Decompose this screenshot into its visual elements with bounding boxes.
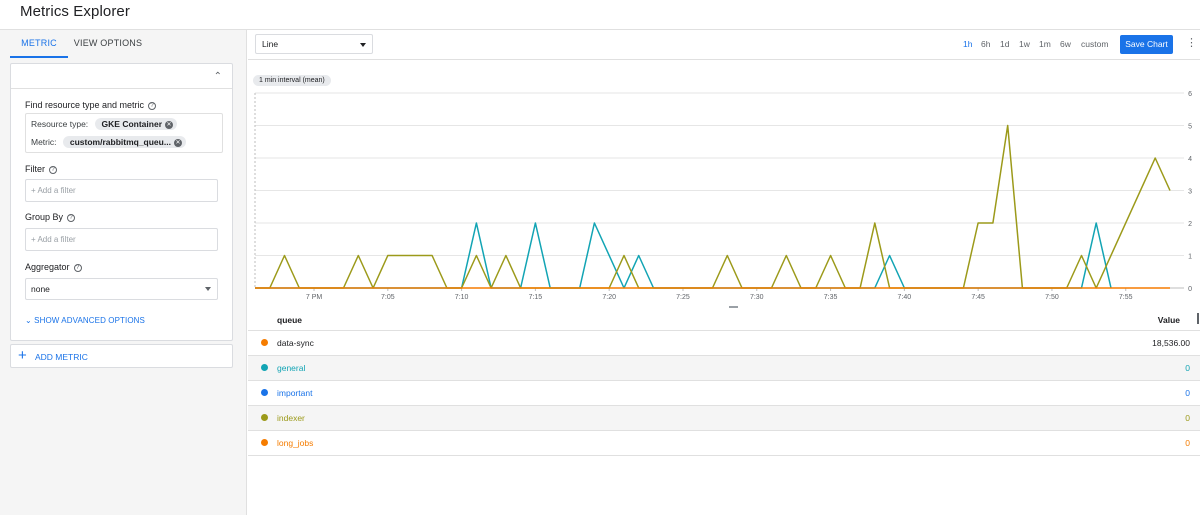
help-icon[interactable]: ? [73,263,82,272]
x-tick-label: 7 PM [306,294,323,301]
row-value: 0 [1185,388,1190,398]
resource-type-chip[interactable]: GKE Container ✕ [94,118,177,130]
row-queue-name: long_jobs [277,438,314,448]
chevron-down-icon: ⌄ [25,316,32,325]
x-tick-label: 7:20 [602,294,616,301]
interval-chip: 1 min interval (mean) [253,75,331,86]
y-tick-label: 6 [1188,91,1192,98]
row-queue-name: important [277,388,313,398]
filter-input[interactable]: + Add a filter [25,179,218,202]
x-tick-label: 7:10 [455,294,469,301]
table-row[interactable]: indexer 0 [248,406,1200,431]
x-tick-label: 7:50 [1045,294,1059,301]
metric-row: Metric: custom/rabbitmq_queu... ✕ [31,136,186,148]
row-queue-name: indexer [277,413,305,423]
series-color-dot [261,439,268,446]
row-value: 0 [1185,438,1190,448]
more-vert-icon[interactable]: ⋮ [1186,36,1197,50]
metric-chip[interactable]: custom/rabbitmq_queu... ✕ [62,136,186,148]
row-value: 0 [1185,363,1190,373]
save-chart-button[interactable]: Save Chart [1120,35,1173,54]
x-tick-label: 7:30 [750,294,764,301]
x-tick-label: 7:55 [1119,294,1133,301]
metric-card: ⌃ Find resource type and metric? Resourc… [10,63,233,341]
aggregator-label: Aggregator? [25,262,82,272]
range-custom[interactable]: custom [1081,39,1108,49]
series-color-dot [261,389,268,396]
group-by-label: Group By? [25,212,76,222]
dropdown-arrow-icon [205,287,211,291]
series-color-dot [261,364,268,371]
page-title: Metrics Explorer [20,3,130,20]
show-advanced-options-link[interactable]: ⌄ SHOW ADVANCED OPTIONS [25,316,145,325]
divider [11,88,232,89]
table-row[interactable]: long_jobs 0 [248,431,1200,456]
resource-row: Resource type: GKE Container ✕ [31,118,177,130]
range-1w[interactable]: 1w [1019,39,1030,49]
range-1h[interactable]: 1h [963,39,972,49]
metric-label: Metric: [31,137,57,147]
line-chart: 0 1 2 3 4 5 6 7 PM 7:05 7:10 7:15 7:20 7:25 7:30 7:35 7… [254,91,1192,301]
clear-icon[interactable]: ✕ [173,138,182,147]
y-tick-label: 3 [1188,189,1192,196]
x-tick-label: 7:05 [381,294,395,301]
x-tick-label: 7:15 [529,294,543,301]
range-6w[interactable]: 6w [1060,39,1071,49]
x-tick-label: 7:25 [676,294,690,301]
scrollbar[interactable] [1197,313,1199,324]
resource-type-label: Resource type: [31,119,89,129]
row-value: 18,536.00 [1152,338,1190,348]
y-tick-label: 4 [1188,156,1192,163]
add-metric-button[interactable]: + ADD METRIC [10,344,233,368]
column-header-value[interactable]: Value [1158,315,1180,325]
dropdown-arrow-icon [360,43,366,47]
table-row[interactable]: general 0 [248,356,1200,381]
panel-tabs: METRIC VIEW OPTIONS [0,30,247,58]
row-queue-name: data-sync [277,338,314,348]
range-1d[interactable]: 1d [1000,39,1009,49]
series-color-dot [261,339,268,346]
help-icon[interactable]: ? [49,165,57,174]
table-row[interactable]: important 0 [248,381,1200,406]
tab-view-options[interactable]: VIEW OPTIONS [68,30,148,58]
aggregator-select[interactable]: none [25,278,218,300]
series-line-indexer [255,124,1171,289]
column-header-queue[interactable]: queue [277,315,302,325]
y-tick-label: 5 [1188,124,1192,131]
y-tick-label: 1 [1188,254,1192,261]
clear-icon[interactable]: ✕ [165,120,173,129]
filter-label: Filter? [25,164,57,174]
y-tick-label: 2 [1188,221,1192,228]
chevron-up-icon[interactable]: ⌃ [214,71,222,82]
help-icon[interactable]: ? [67,213,76,222]
table-row[interactable]: data-sync 18,536.00 [248,331,1200,356]
help-icon[interactable]: ? [148,101,157,110]
range-6h[interactable]: 6h [981,39,990,49]
x-tick-label: 7:45 [971,294,985,301]
tab-metric[interactable]: METRIC [10,30,68,58]
plus-icon: + [18,347,27,364]
find-resource-label: Find resource type and metric? [25,100,157,110]
top-bar: Metrics Explorer [0,0,1200,30]
x-tick-label: 7:40 [898,294,912,301]
chart-toolbar: Line 1h 6h 1d 1w 1m 6w custom Save Chart… [248,30,1200,60]
table-body: data-sync 18,536.00 general 0 important 0 inde… [248,331,1200,456]
table-header: queue Value [248,307,1200,331]
resource-metric-box: Resource type: GKE Container ✕ Metric: cu… [25,113,223,153]
row-value: 0 [1185,413,1190,423]
x-tick-label: 7:35 [824,294,838,301]
left-panel: METRIC VIEW OPTIONS ⌃ Find resource type… [0,30,247,515]
y-tick-label: 0 [1188,286,1192,293]
chart-type-select[interactable]: Line [255,34,373,54]
series-color-dot [261,414,268,421]
row-queue-name: general [277,363,306,373]
group-by-input[interactable]: + Add a filter [25,228,218,251]
legend-table: queue Value data-sync 18,536.00 general 0 im… [248,307,1200,456]
range-1m[interactable]: 1m [1039,39,1051,49]
